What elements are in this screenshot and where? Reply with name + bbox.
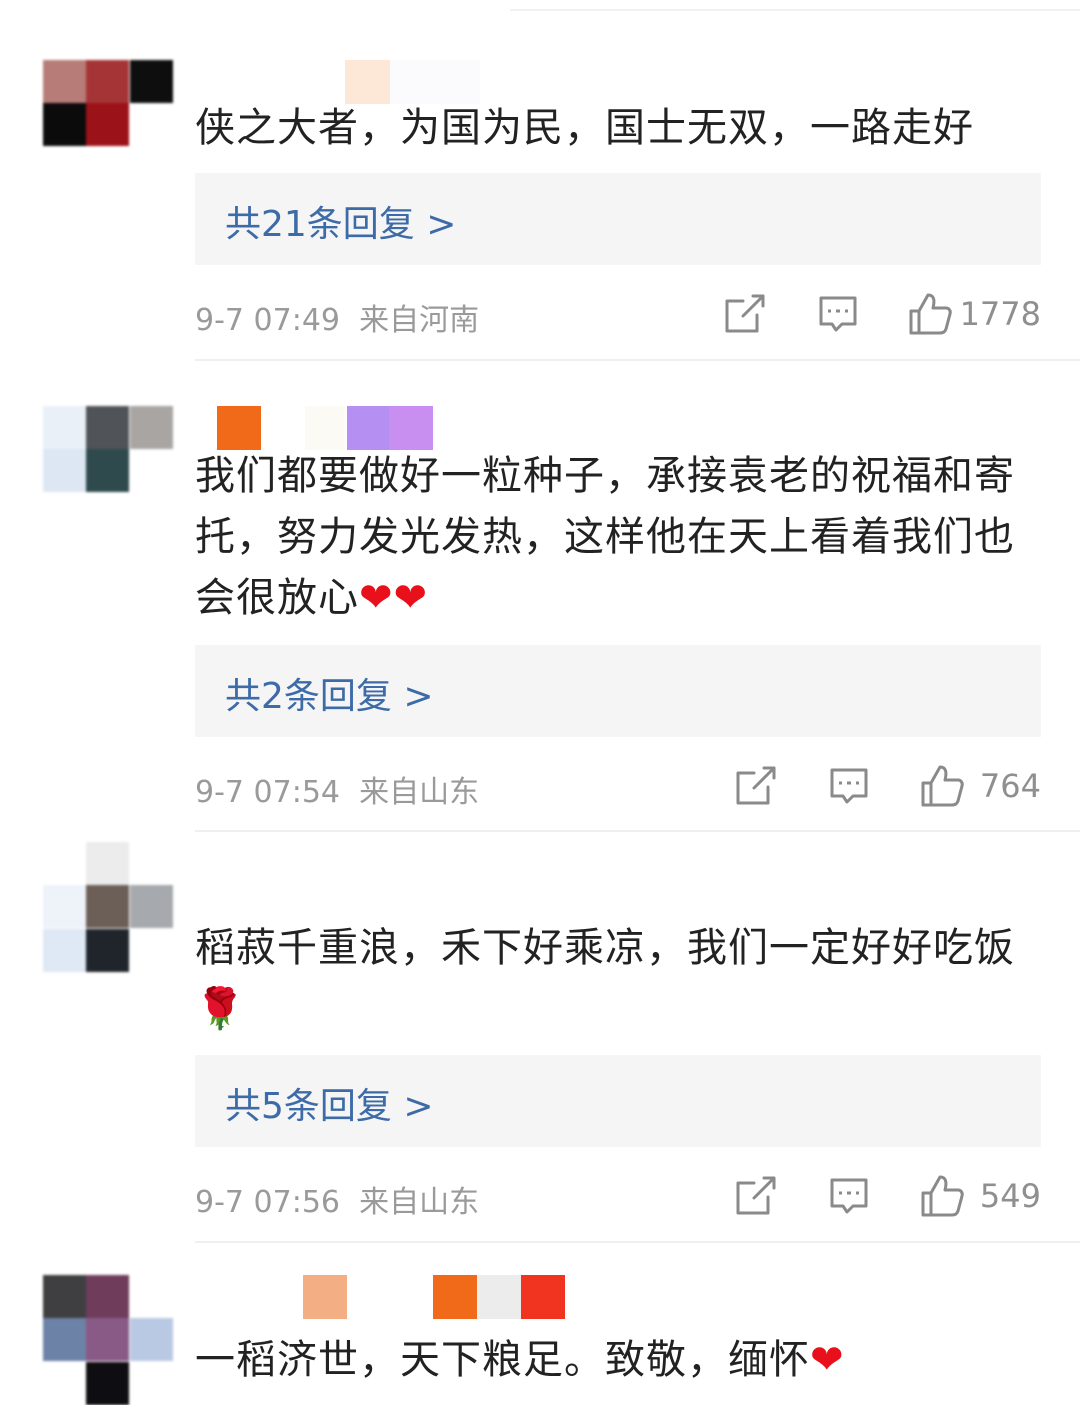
comment-divider bbox=[195, 359, 1080, 361]
timestamp: 9-7 07:54 来自山东 bbox=[195, 775, 480, 810]
comment-text: 我们都要做好一粒种子，承接袁老的祝福和寄托，努力发光发热，这样他在天上看着我们也… bbox=[195, 453, 1015, 621]
heart-emoji: ❤ bbox=[810, 1337, 845, 1383]
like-count: 764 bbox=[979, 767, 1041, 805]
like-count: 549 bbox=[979, 1177, 1041, 1215]
replies-label: 共21条回复 > bbox=[225, 204, 457, 245]
avatar[interactable] bbox=[43, 60, 173, 190]
thumbs-up-icon[interactable] bbox=[907, 291, 953, 337]
comment-icon[interactable] bbox=[826, 1173, 872, 1219]
top-divider bbox=[510, 9, 1080, 11]
view-replies-button[interactable]: 共2条回复 > bbox=[195, 645, 1041, 737]
comment-meta: 9-7 07:49 来自河南 1778 bbox=[195, 291, 1041, 338]
comment-text: 一稻济世，天下粮足。致敬，缅怀❤ bbox=[195, 1337, 845, 1383]
replies-label: 共2条回复 > bbox=[225, 676, 434, 717]
thumbs-up-icon[interactable] bbox=[919, 1173, 965, 1219]
replies-label: 共5条回复 > bbox=[225, 1086, 434, 1127]
comment-text: 侠之大者，为国为民，国士无双，一路走好 bbox=[195, 105, 974, 151]
avatar[interactable] bbox=[43, 1275, 173, 1405]
like-count: 1778 bbox=[959, 295, 1041, 333]
location: 来自山东 bbox=[359, 775, 480, 810]
share-icon[interactable] bbox=[732, 763, 778, 809]
timestamp: 9-7 07:56 来自山东 bbox=[195, 1185, 480, 1220]
view-replies-button[interactable]: 共21条回复 > bbox=[195, 173, 1041, 265]
heart-emoji: ❤❤ bbox=[359, 575, 429, 621]
username-blurred[interactable] bbox=[195, 1275, 625, 1319]
rose-emoji: 🌹 bbox=[195, 986, 246, 1032]
comment-divider bbox=[195, 1241, 1080, 1243]
comment-divider bbox=[195, 830, 1080, 832]
timestamp: 9-7 07:49 来自河南 bbox=[195, 303, 480, 338]
thumbs-up-icon[interactable] bbox=[919, 763, 965, 809]
comment-icon[interactable] bbox=[815, 291, 861, 337]
comment-meta: 9-7 07:56 来自山东 549 bbox=[195, 1173, 1041, 1220]
view-replies-button[interactable]: 共5条回复 > bbox=[195, 1055, 1041, 1147]
avatar[interactable] bbox=[43, 406, 173, 536]
share-icon[interactable] bbox=[732, 1173, 778, 1219]
location: 来自山东 bbox=[359, 1185, 480, 1220]
share-icon[interactable] bbox=[721, 291, 767, 337]
comment-icon[interactable] bbox=[826, 763, 872, 809]
avatar[interactable] bbox=[43, 842, 173, 972]
comment-text: 稻菽千重浪，禾下好乘凉，我们一定好好吃饭🌹 bbox=[195, 925, 1015, 1032]
location: 来自河南 bbox=[359, 303, 480, 338]
username-blurred[interactable] bbox=[195, 406, 495, 450]
comment-meta: 9-7 07:54 来自山东 764 bbox=[195, 763, 1041, 810]
